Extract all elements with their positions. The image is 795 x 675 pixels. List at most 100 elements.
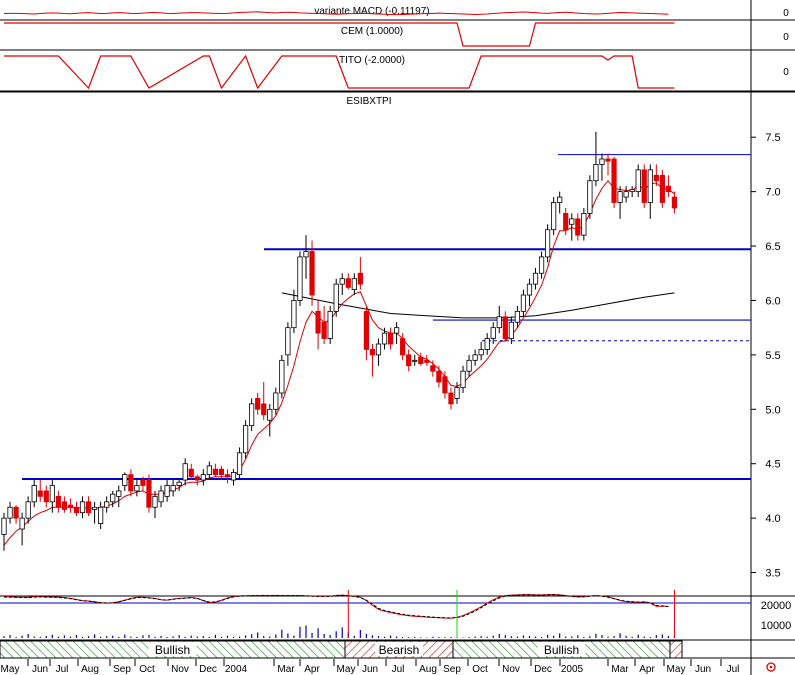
month-label: Aug <box>419 664 437 675</box>
candle <box>345 273 351 290</box>
candle <box>128 469 134 497</box>
tito-label: TITO (-2.0000) <box>339 55 405 66</box>
candle-body <box>134 485 140 492</box>
x-axis: May Jun Jul Aug Sep Oct Nov Dec 2004 Mar Apr May Jun… <box>1 659 739 675</box>
candle <box>291 289 297 334</box>
candle <box>37 480 43 502</box>
month-label: Sep <box>113 664 131 675</box>
candle <box>7 501 13 524</box>
candle-body <box>472 354 478 361</box>
candle-body <box>508 321 514 339</box>
volume-tick-label: 10000 <box>761 620 792 632</box>
candle <box>188 463 194 481</box>
candle-body <box>206 465 212 476</box>
candle-body <box>13 506 19 519</box>
regime-strip: Bullish Bearish Bullish <box>0 640 683 659</box>
candle-body <box>291 300 297 329</box>
candle <box>641 164 647 208</box>
candle <box>73 501 80 516</box>
month-label: Jun <box>32 664 48 675</box>
price-tick-label: 5.5 <box>765 350 780 362</box>
month-label: Jul <box>56 664 69 675</box>
candle-body <box>551 202 557 231</box>
month-label: Mar <box>611 664 629 675</box>
candle <box>436 365 442 388</box>
candle <box>194 474 200 486</box>
candle-body <box>309 251 315 296</box>
candle-body <box>1 517 7 535</box>
candle <box>85 496 92 516</box>
candle-body <box>43 490 49 503</box>
candle <box>545 224 551 263</box>
macd-panel: variante MACD (-0.11197) 0 <box>3 6 789 19</box>
candle-body <box>406 354 412 367</box>
candle-body <box>224 474 231 478</box>
candle <box>611 156 617 208</box>
candle-body <box>587 180 593 214</box>
candle-body <box>315 310 321 334</box>
candle-body <box>73 506 80 514</box>
candle <box>587 175 593 219</box>
candle-body <box>557 196 563 203</box>
candle-body <box>653 174 659 182</box>
candle <box>448 387 454 410</box>
candle-body <box>430 365 436 372</box>
price-tick-label: 6.0 <box>765 295 780 307</box>
candle <box>502 311 508 342</box>
candle-body <box>647 169 653 203</box>
price-tick-label: 6.5 <box>765 241 780 253</box>
candle-body <box>285 327 291 356</box>
month-label: Aug <box>81 664 99 675</box>
candle <box>569 213 575 241</box>
candle-body <box>200 474 206 481</box>
candle-body <box>7 506 13 519</box>
candle <box>146 474 152 513</box>
candle <box>460 365 466 393</box>
candle-body <box>418 356 424 364</box>
candle-body <box>623 191 629 198</box>
candle <box>369 344 376 377</box>
cem-line <box>4 22 675 47</box>
candle-body <box>617 191 623 203</box>
candle <box>629 186 635 198</box>
price-tick-label: 3.5 <box>765 568 780 580</box>
candle <box>526 278 533 306</box>
candle-body <box>327 310 333 339</box>
candle-body <box>400 338 406 356</box>
candle <box>520 289 527 317</box>
candle-body <box>104 501 110 508</box>
candle <box>357 256 363 290</box>
candle-body <box>218 468 225 476</box>
cem-label: CEM (1.0000) <box>341 26 403 37</box>
candle-body <box>92 506 98 510</box>
month-label: May <box>337 664 356 675</box>
candle-body <box>593 164 599 182</box>
candle-body <box>98 506 104 524</box>
candle-body <box>629 189 635 193</box>
regime-band <box>669 640 683 659</box>
candle <box>478 341 484 361</box>
candle-body <box>569 218 575 225</box>
month-label: Jul <box>392 664 405 675</box>
cem-panel: CEM (1.0000) 0 <box>4 22 789 47</box>
candle-body <box>581 212 587 236</box>
candle <box>599 153 605 181</box>
candle <box>321 305 327 344</box>
candle-body <box>460 370 466 388</box>
candle-body <box>19 517 25 530</box>
month-label: Apr <box>304 664 320 675</box>
regime-label: Bullish <box>155 643 190 657</box>
candle-body <box>273 392 279 410</box>
candle-body <box>454 387 460 399</box>
volume-ma-line <box>4 593 669 619</box>
candle <box>31 480 37 508</box>
candle-body <box>188 468 194 478</box>
candle-body <box>242 425 249 454</box>
candle-body <box>279 359 285 394</box>
settings-icon[interactable] <box>766 662 776 672</box>
candle <box>297 251 303 306</box>
candle <box>122 472 128 491</box>
candle <box>79 496 86 519</box>
candle-body <box>496 316 502 329</box>
month-label: Jun <box>695 664 711 675</box>
